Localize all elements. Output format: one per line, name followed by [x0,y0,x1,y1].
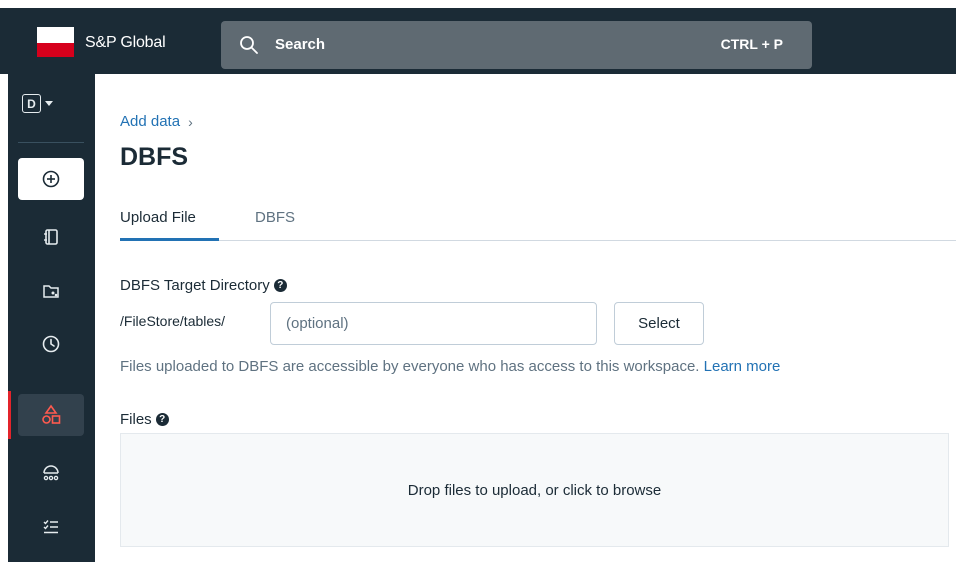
notebook-icon [44,229,58,245]
tab-upload-file[interactable]: Upload File [120,209,219,241]
info-note: Files uploaded to DBFS are accessible by… [120,358,780,375]
workspace-badge: D [22,94,41,113]
help-icon[interactable]: ? [273,279,287,292]
sidebar-item-compute[interactable] [18,452,84,494]
breadcrumb-link-add-data[interactable]: Add data [120,113,180,130]
sidebar-item-workflows[interactable] [18,506,84,548]
sidebar-item-recents[interactable] [18,323,84,365]
workflows-icon [43,520,58,534]
active-indicator [8,391,11,439]
plus-circle-icon [42,170,60,188]
chevron-down-icon [45,101,53,106]
files-label: Files [120,411,152,428]
target-directory-label-row: DBFS Target Directory ? [120,277,287,294]
compute-icon [43,465,59,481]
page-title: DBFS [120,143,189,171]
data-icon [42,404,61,424]
search-label: Search [275,36,326,53]
sidebar-item-notebooks[interactable] [18,216,84,258]
search-bar[interactable]: Search CTRL + P [221,21,812,69]
search-icon [240,36,258,54]
workspace-switcher[interactable]: D [22,94,53,113]
sidebar: D [8,74,95,562]
sidebar-item-workspace[interactable] [18,270,84,312]
workspace-icon [43,285,59,298]
learn-more-link[interactable]: Learn more [704,358,781,375]
target-directory-input[interactable] [270,302,597,345]
breadcrumb: Add data › [120,113,193,130]
tab-bar: Upload File DBFS [120,209,956,241]
brand-name: S&P Global [85,34,166,51]
dropzone-text: Drop files to upload, or click to browse [407,481,662,499]
target-directory-label: DBFS Target Directory [120,277,270,294]
brand-logo[interactable] [37,27,74,57]
sidebar-item-new[interactable] [18,158,84,200]
sidebar-divider [18,142,84,143]
search-shortcut: CTRL + P [720,36,783,52]
file-dropzone[interactable]: Drop files to upload, or click to browse [120,433,949,547]
help-icon[interactable]: ? [155,413,169,426]
top-bar: S&P Global Search CTRL + P [0,8,956,74]
info-text: Files uploaded to DBFS are accessible by… [120,358,700,375]
chevron-right-icon: › [188,113,193,130]
directory-prefix: /FileStore/tables/ [120,313,226,329]
tab-dbfs[interactable]: DBFS [255,209,295,241]
files-label-row: Files ? [120,411,169,428]
sidebar-item-data[interactable] [18,394,84,436]
select-button[interactable]: Select [614,302,704,345]
clock-icon [42,335,60,353]
